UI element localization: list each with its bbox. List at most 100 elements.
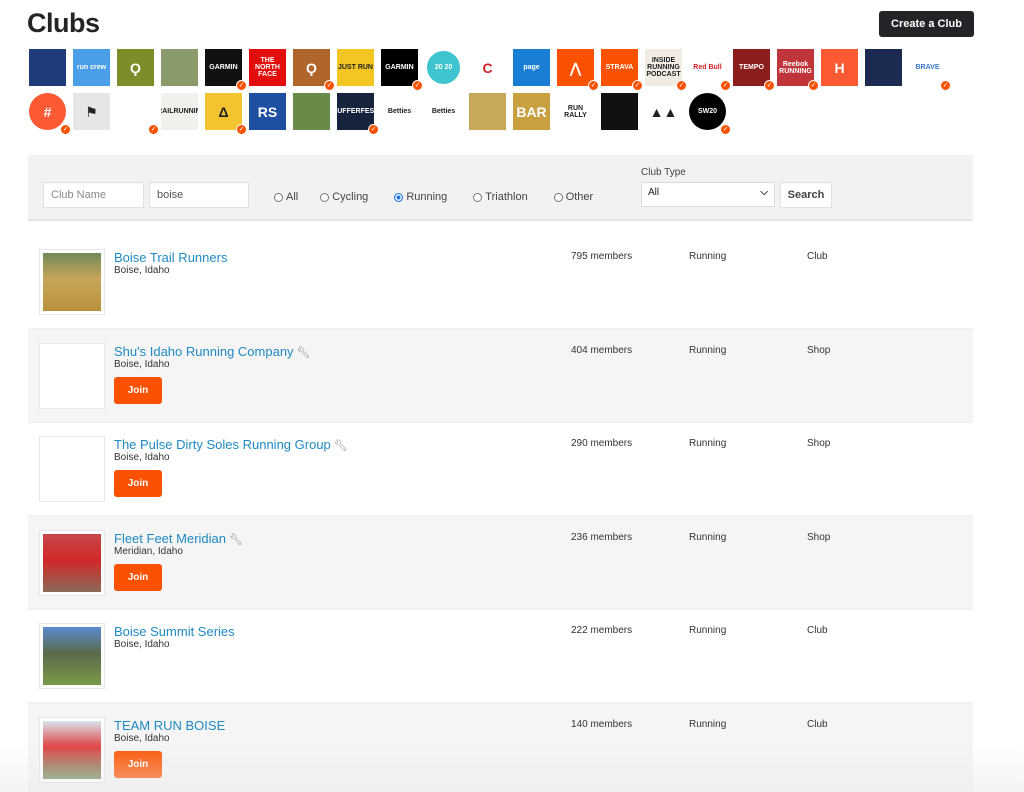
- club-logo-image: Reebok RUNNING: [777, 49, 814, 86]
- verified-check-icon: ✓: [632, 80, 643, 91]
- radio-button[interactable]: [320, 192, 330, 202]
- featured-club-garmin[interactable]: GARMIN ✓: [381, 49, 423, 91]
- radio-other[interactable]: Other: [553, 191, 593, 203]
- club-logo-image: ⋀: [557, 49, 594, 86]
- club-avatar[interactable]: [39, 623, 105, 689]
- club-logo-text: JUST RUN: [337, 64, 373, 71]
- club-logo-image: Δ: [205, 93, 242, 130]
- club-avatar[interactable]: [39, 529, 105, 596]
- featured-club-mountain-photo[interactable]: [293, 93, 330, 130]
- club-avatar[interactable]: [39, 249, 105, 315]
- club-logo-text: TRAILRUNNING: [161, 108, 198, 115]
- featured-club-brave-like-gabe[interactable]: BRAVE ✓: [909, 49, 951, 91]
- club-logo-text: ⋀: [569, 59, 582, 76]
- featured-club-the-north-face[interactable]: THE NORTH FACE: [249, 49, 286, 86]
- featured-club-red-bull[interactable]: Red Bull ✓: [689, 49, 731, 91]
- featured-club-strava-arrows[interactable]: ⋀ ✓: [557, 49, 599, 91]
- featured-club-the-bar[interactable]: BAR: [513, 93, 550, 130]
- featured-club-boise-betties-mascot[interactable]: Betties: [381, 93, 418, 130]
- club-type-select[interactable]: All ⌵: [641, 182, 775, 207]
- club-name-link[interactable]: Boise Trail Runners: [114, 250, 227, 265]
- radio-cycling[interactable]: Cycling: [320, 191, 368, 203]
- featured-clubs-row-1: run crew Ϙ GARMIN ✓ THE NORTH FACE Ϙ ✓ JUST RUN…: [29, 49, 979, 91]
- club-name-input[interactable]: [43, 182, 144, 208]
- featured-club-run-rally[interactable]: RUN RALLY: [557, 93, 594, 130]
- search-button[interactable]: Search: [780, 182, 832, 208]
- radio-triathlon[interactable]: Triathlon: [473, 191, 528, 203]
- club-type: Shop: [807, 438, 831, 449]
- join-club-button[interactable]: Join: [114, 563, 162, 591]
- featured-club-default-flag[interactable]: ⚑: [73, 93, 110, 130]
- verified-check-icon: ✓: [60, 124, 71, 135]
- club-logo-image: ▲▲: [645, 93, 682, 130]
- member-count: 795 members: [571, 251, 633, 262]
- radio-all[interactable]: All: [274, 191, 298, 203]
- club-logo-text: Ϙ: [306, 59, 317, 76]
- featured-club-strava[interactable]: STRAVA ✓: [601, 49, 643, 91]
- club-location: Boise, Idaho: [114, 265, 170, 276]
- club-type: Club: [807, 251, 828, 262]
- club-name-link[interactable]: The Pulse Dirty Soles Running Group 🔧︎: [114, 437, 348, 452]
- club-avatar[interactable]: [39, 716, 105, 783]
- verified-check-icon: ✓: [764, 80, 775, 91]
- club-logo-image: Betties: [381, 93, 418, 130]
- club-name-link[interactable]: TEAM RUN BOISE: [114, 718, 225, 733]
- club-name-link[interactable]: Fleet Feet Meridian 🔧︎: [114, 531, 243, 546]
- verified-check-icon: ✓: [676, 80, 687, 91]
- featured-club-running-science[interactable]: RS: [249, 93, 286, 130]
- featured-club-run-the-blue-line[interactable]: ✓: [117, 93, 159, 135]
- featured-club-2020[interactable]: 20 20: [425, 49, 462, 86]
- featured-club-garmin-runner[interactable]: GARMIN ✓: [205, 49, 247, 91]
- featured-club-group-photo[interactable]: [161, 49, 198, 86]
- featured-club-boise-trails[interactable]: ▲▲: [645, 93, 682, 130]
- club-logo-image: BAR: [513, 93, 550, 130]
- featured-club-reebok-running[interactable]: Reebok RUNNING ✓: [777, 49, 819, 91]
- club-logo-text: RUN RALLY: [564, 104, 587, 119]
- featured-club-tree-logo-green[interactable]: Ϙ: [117, 49, 154, 86]
- featured-club-h-circle[interactable]: # ✓: [29, 93, 71, 135]
- club-logo-image: BRAVE: [909, 49, 946, 86]
- radio-button[interactable]: [553, 192, 563, 202]
- join-club-button[interactable]: Join: [114, 750, 162, 778]
- featured-club-page[interactable]: page: [513, 49, 550, 86]
- club-avatar[interactable]: [39, 342, 105, 409]
- featured-club-just-run[interactable]: JUST RUN: [337, 49, 374, 86]
- featured-club-trailrunning-hamburg[interactable]: TRAILRUNNING: [161, 93, 198, 130]
- club-name-link[interactable]: Shu's Idaho Running Company 🔧︎: [114, 344, 311, 359]
- featured-club-tempo[interactable]: TEMPO ✓: [733, 49, 775, 91]
- club-sport: Running: [689, 531, 727, 543]
- join-club-button[interactable]: Join: [114, 470, 162, 497]
- club-logo-text: RS: [257, 103, 278, 120]
- wrench-icon: 🔧︎: [296, 346, 311, 359]
- featured-club-h-logo[interactable]: H: [821, 49, 858, 86]
- featured-club-red-c[interactable]: C: [469, 49, 506, 86]
- featured-club-sw20[interactable]: SW20 ✓: [689, 93, 731, 135]
- featured-club-hills-photo[interactable]: [469, 93, 506, 130]
- radio-button[interactable]: [473, 192, 483, 202]
- location-input[interactable]: [149, 182, 249, 208]
- club-logo-text: run crew: [76, 64, 107, 71]
- club-logo-text: Ϙ: [130, 59, 141, 76]
- club-logo-image: #: [29, 93, 66, 130]
- club-name-link[interactable]: Boise Summit Series: [114, 624, 235, 639]
- featured-club-university-crest[interactable]: [29, 49, 66, 86]
- radio-running[interactable]: Running: [394, 191, 447, 203]
- club-logo-text: SW20: [697, 108, 718, 115]
- verified-check-icon: ✓: [588, 80, 599, 91]
- featured-club-run-crew[interactable]: run crew: [73, 49, 110, 86]
- featured-club-lioness[interactable]: [865, 49, 902, 86]
- featured-club-inside-running-podcast[interactable]: INSIDE RUNNING PODCAST ✓: [645, 49, 687, 91]
- featured-club-seal-badge[interactable]: [601, 93, 638, 130]
- club-logo-text: BAR: [516, 103, 547, 120]
- featured-club-sufferfest[interactable]: SUFFERFEST ✓: [337, 93, 379, 135]
- club-avatar-image: [43, 720, 101, 779]
- featured-club-arc-logo[interactable]: Δ ✓: [205, 93, 247, 135]
- club-logo-text: H: [834, 59, 845, 76]
- join-club-button[interactable]: Join: [114, 376, 162, 404]
- radio-button[interactable]: [274, 192, 283, 202]
- featured-club-tree-logo-brown[interactable]: Ϙ ✓: [293, 49, 335, 91]
- club-avatar[interactable]: [39, 436, 105, 502]
- create-club-button[interactable]: Create a Club: [879, 11, 974, 37]
- radio-button-checked[interactable]: [394, 192, 404, 202]
- featured-club-boise-betties[interactable]: Betties: [425, 93, 462, 130]
